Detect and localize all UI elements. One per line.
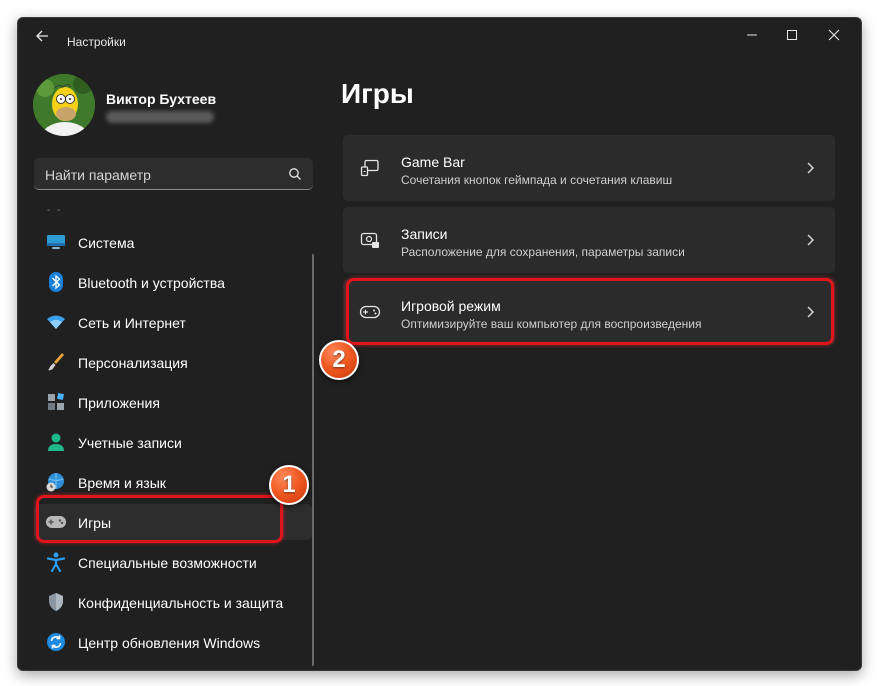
wifi-icon [45,311,67,333]
page-title: Игры [341,78,414,109]
scroll-fade-indicator: - - [47,205,63,216]
close-icon [828,29,840,41]
sidebar-item-privacy[interactable]: Конфиденциальность и защита [34,584,312,620]
shield-icon [45,591,67,613]
apps-icon [45,391,67,413]
sidebar-item-label: Конфиденциальность и защита [78,595,284,611]
user-email: •••••••••••••••• [106,111,214,123]
sidebar-item-accounts[interactable]: Учетные записи [34,424,312,460]
globe-clock-icon [45,471,67,493]
card-title: Записи [401,226,448,242]
back-button[interactable] [30,24,54,48]
close-button[interactable] [814,22,854,48]
sidebar-item-label: Bluetooth и устройства [78,275,225,291]
card-game-bar[interactable]: Game Bar Сочетания кнопок геймпада и соч… [343,135,835,201]
sidebar-item-label: Сеть и Интернет [78,315,186,331]
highlight-game-mode [346,278,834,345]
highlight-gaming [36,495,283,543]
user-name: Виктор Бухтеев [106,91,217,107]
brush-icon [45,351,67,373]
sidebar-item-label: Система [78,235,135,251]
sidebar-item-accessibility[interactable]: Специальные возможности [34,544,312,580]
window-title: Настройки [67,35,126,49]
user-avatar-icon [33,74,95,136]
accessibility-icon [45,551,67,573]
game-bar-icon [358,156,382,180]
step-badge-1: 1 [269,465,309,505]
sidebar-item-network[interactable]: Сеть и Интернет [34,304,312,340]
sidebar-item-label: Учетные записи [78,435,182,451]
search-icon[interactable] [288,167,302,181]
bluetooth-icon [45,271,67,293]
avatar[interactable] [33,74,95,136]
monitor-icon [45,231,67,253]
search-input[interactable]: Найти параметр [45,167,151,183]
sidebar-item-bluetooth[interactable]: Bluetooth и устройства [34,264,312,300]
chevron-right-icon [807,234,814,246]
sidebar-item-label: Специальные возможности [78,555,257,571]
arrow-left-icon [36,30,48,42]
update-icon [45,631,67,653]
title-bar: Настройки [18,18,861,50]
sidebar-item-label: Центр обновления Windows [78,635,261,651]
sidebar-item-label: Персонализация [78,355,188,371]
sidebar-item-windows-update[interactable]: Центр обновления Windows [34,624,312,660]
search-box[interactable]: Найти параметр [34,158,313,190]
sidebar-item-personalization[interactable]: Персонализация [34,344,312,380]
card-subtitle: Сочетания кнопок геймпада и сочетания кл… [401,173,673,187]
capture-icon [358,228,382,252]
maximize-button[interactable] [772,22,812,48]
sidebar-item-label: Время и язык [78,475,166,491]
minimize-button[interactable] [732,22,772,48]
sidebar-item-apps[interactable]: Приложения [34,384,312,420]
sidebar-item-label: Приложения [78,395,160,411]
settings-window: Настройки Виктор Бухтеев •••••••••••••••… [17,17,862,671]
sidebar-scrollbar[interactable] [312,254,314,666]
maximize-icon [787,30,797,40]
sidebar-item-system[interactable]: Система [34,224,312,260]
card-title: Game Bar [401,154,465,170]
card-subtitle: Расположение для сохранения, параметры з… [401,245,685,259]
card-captures[interactable]: Записи Расположение для сохранения, пара… [343,207,835,273]
step-badge-2: 2 [319,340,359,380]
chevron-right-icon [807,162,814,174]
minimize-icon [747,34,757,36]
person-icon [45,431,67,453]
